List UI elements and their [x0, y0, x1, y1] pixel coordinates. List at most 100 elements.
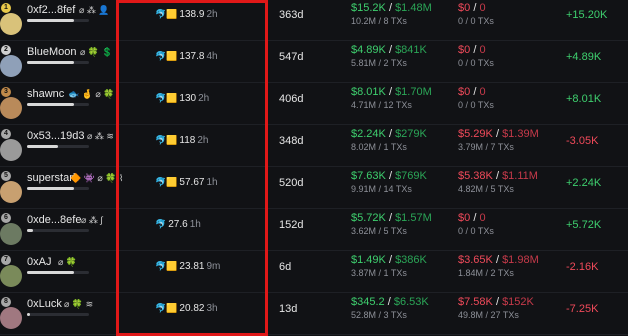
- sold-detail: 4.82M / 5 TXs: [458, 184, 514, 194]
- holder-row[interactable]: 7 0xAJ ⌀ 🍀 🐬🟨 23.81 9m 6d $1.49K / $386K 3…: [0, 252, 628, 293]
- holding-share-bar: [27, 145, 89, 148]
- avatar[interactable]: [0, 13, 22, 35]
- bought-cell: $8.01K / $1.70M: [351, 86, 432, 98]
- holding-amount: 118: [179, 135, 196, 146]
- holder-row[interactable]: 3 shawnc 🐟 🤞 ⌀ 🍀 🐬🟨 130 2h 406d $8.01K / $…: [0, 84, 628, 125]
- bought-usd: $5.72K: [351, 212, 386, 224]
- wallet-age: 363d: [279, 9, 304, 21]
- bought-usd: $15.2K: [351, 2, 386, 14]
- holding-time: 2h: [197, 135, 209, 146]
- bought-cell: $7.63K / $769K: [351, 170, 427, 182]
- sold-separator: /: [473, 44, 477, 56]
- holding-share-bar: [27, 19, 89, 22]
- wallet-name-link[interactable]: BlueMoon: [27, 46, 77, 58]
- sold-detail: 0 / 0 TXs: [458, 226, 494, 236]
- bought-volume: $1.70M: [395, 86, 432, 98]
- sold-usd: $0: [458, 212, 471, 224]
- avatar[interactable]: [0, 139, 22, 161]
- sold-detail: 3.79M / 7 TXs: [458, 142, 514, 152]
- sold-separator: /: [495, 128, 499, 140]
- holding-cell: 🐬🟨 20.82 3h: [155, 303, 218, 314]
- bought-detail: 3.62M / 5 TXs: [351, 226, 407, 236]
- sold-usd: $0: [458, 2, 471, 14]
- sold-volume: 0: [479, 44, 486, 56]
- pnl-value: +4.89K: [566, 51, 602, 63]
- sold-separator: /: [495, 170, 499, 182]
- sold-separator: /: [473, 86, 477, 98]
- bought-separator: /: [388, 212, 392, 224]
- sold-volume: 0: [479, 2, 486, 14]
- holding-share-bar-fill: [27, 313, 31, 316]
- holder-row[interactable]: 8 0xLuck ⌀ 🍀 ≋ 🐬🟨 20.82 3h 13d $345.2 / $6…: [0, 294, 628, 335]
- wallet-name-link[interactable]: shawnc: [27, 88, 64, 100]
- wallet-name-link[interactable]: 0xf2...8fef: [27, 4, 75, 16]
- sold-cell: $7.58K / $152K: [458, 296, 534, 308]
- wallet-tag-icons: ⌀ 🍀 ≋: [64, 299, 94, 309]
- wallet-name-link[interactable]: 0x53...19d3: [27, 130, 85, 142]
- sold-separator: /: [495, 254, 499, 266]
- sold-cell: $3.65K / $1.98M: [458, 254, 539, 266]
- dolphin-icon: 🐬🟨: [155, 135, 178, 145]
- holding-share-bar-fill: [27, 103, 74, 106]
- rank-badge: 4: [1, 129, 11, 139]
- holding-share-bar: [27, 229, 89, 232]
- bought-usd: $7.63K: [351, 170, 386, 182]
- bought-cell: $345.2 / $6.53K: [351, 296, 429, 308]
- bought-detail: 8.02M / 1 TXs: [351, 142, 407, 152]
- sold-detail: 1.84M / 2 TXs: [458, 268, 514, 278]
- sold-volume: $152K: [502, 296, 534, 308]
- bought-detail: 10.2M / 8 TXs: [351, 16, 407, 26]
- holding-share-bar: [27, 313, 89, 316]
- sold-cell: $0 / 0: [458, 2, 486, 14]
- bought-volume: $6.53K: [393, 296, 429, 308]
- holding-cell: 🐬🟨 130 2h: [155, 93, 209, 104]
- wallet-age: 406d: [279, 93, 304, 105]
- pnl-value: -2.16K: [566, 261, 599, 273]
- holding-cell: 🐬🟨 57.67 1h: [155, 177, 218, 188]
- avatar[interactable]: [0, 223, 22, 245]
- dolphin-icon: 🐬🟨: [155, 51, 178, 61]
- holding-time: 1h: [206, 177, 218, 188]
- wallet-name-link[interactable]: 0xLuck: [27, 298, 62, 310]
- dolphin-icon: 🐬🟨: [155, 93, 178, 103]
- pnl-value: +15.20K: [566, 9, 608, 21]
- wallet-name-link[interactable]: 0xde...8efe: [27, 214, 81, 226]
- holder-row[interactable]: 6 0xde...8efe ⌀ ⁂ ∫ 🐬 27.6 1h 152d $5.72K …: [0, 210, 628, 251]
- sold-detail: 0 / 0 TXs: [458, 100, 494, 110]
- wallet-name-link[interactable]: 0xAJ: [27, 256, 51, 268]
- sold-detail: 49.8M / 27 TXs: [458, 310, 519, 320]
- holder-row[interactable]: 4 0x53...19d3 ⌀ ⁂ ≋ 🐬🟨 118 2h 348d $2.24K …: [0, 126, 628, 167]
- bought-volume: $386K: [395, 254, 427, 266]
- sold-cell: $5.29K / $1.39M: [458, 128, 539, 140]
- wallet-tag-icons: 🔶 👾 ⌀ 🍀 ⌇: [70, 173, 124, 183]
- avatar[interactable]: [0, 307, 22, 329]
- wallet-tag-icons: ⌀ ⁂ ∫: [81, 215, 103, 225]
- holding-cell: 🐬🟨 23.81 9m: [155, 261, 220, 272]
- avatar[interactable]: [0, 265, 22, 287]
- sold-usd: $3.65K: [458, 254, 493, 266]
- holder-row[interactable]: 2 BlueMoon ⌀ 🍀 💲 🐬🟨 137.8 4h 547d $4.89K /…: [0, 42, 628, 83]
- rank-badge: 1: [1, 3, 11, 13]
- avatar[interactable]: [0, 181, 22, 203]
- dolphin-icon: 🐬🟨: [155, 9, 178, 19]
- holding-share-bar: [27, 103, 89, 106]
- rank-badge: 3: [1, 87, 11, 97]
- wallet-tag-icons: ⌀ ⁂ ≋: [87, 131, 114, 141]
- holder-row[interactable]: 1 0xf2...8fef ⌀ ⁂ 👤 🐬🟨 138.9 2h 363d $15.2…: [0, 0, 628, 41]
- bought-usd: $2.24K: [351, 128, 386, 140]
- holding-share-bar-fill: [27, 145, 58, 148]
- sold-usd: $0: [458, 86, 471, 98]
- holding-amount: 130: [179, 93, 197, 104]
- holding-share-bar: [27, 61, 89, 64]
- pnl-value: +2.24K: [566, 177, 602, 189]
- rank-badge: 5: [1, 171, 11, 181]
- sold-separator: /: [473, 2, 477, 14]
- bought-detail: 3.87M / 1 TXs: [351, 268, 407, 278]
- wallet-tag-icons: ⌀ 🍀: [58, 257, 78, 267]
- sold-cell: $0 / 0: [458, 86, 486, 98]
- sold-volume: $1.11M: [502, 170, 538, 182]
- bought-separator: /: [388, 128, 392, 140]
- avatar[interactable]: [0, 97, 22, 119]
- holder-row[interactable]: 5 superstark 🔶 👾 ⌀ 🍀 ⌇ 🐬🟨 57.67 1h 520d $7…: [0, 168, 628, 209]
- avatar[interactable]: [0, 55, 22, 77]
